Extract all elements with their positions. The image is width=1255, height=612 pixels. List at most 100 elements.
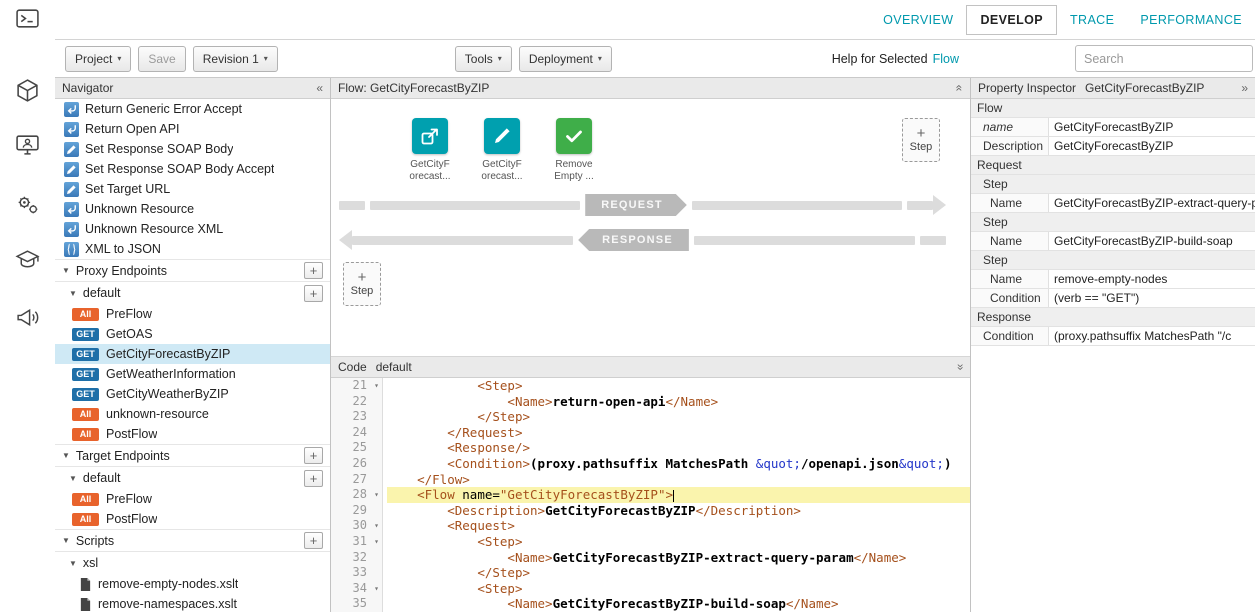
left-icon-rail <box>0 0 55 612</box>
policy-item-unknown-resource-xml[interactable]: Unknown Resource XML <box>55 219 330 239</box>
section-scripts[interactable]: ▼Scripts+ <box>55 529 330 552</box>
prop-value[interactable]: remove-empty-nodes <box>1049 270 1255 288</box>
package-icon[interactable] <box>15 78 40 103</box>
policy-item-unknown-resource[interactable]: Unknown Resource <box>55 199 330 219</box>
code-line[interactable]: </Step> <box>387 565 970 581</box>
flow-item-unknown-resource[interactable]: Allunknown-resource <box>55 404 330 424</box>
group-default[interactable]: ▼default+ <box>55 467 330 489</box>
fold-icon[interactable]: ▾ <box>374 378 379 394</box>
code-line[interactable]: <Name>return-open-api</Name> <box>387 394 970 410</box>
extract-variables-icon <box>412 118 448 154</box>
add-step-button-top[interactable]: + Step <box>902 118 940 162</box>
prop-label: Name <box>971 270 1049 288</box>
code-line[interactable]: <Name>GetCityForecastByZIP-extract-query… <box>387 550 970 566</box>
code-line[interactable]: <Step> <box>387 378 970 394</box>
prop-value[interactable]: GetCityForecastByZIP <box>1049 137 1255 155</box>
group-xsl[interactable]: ▼xsl <box>55 552 330 574</box>
gears-icon[interactable] <box>15 192 40 217</box>
collapse-navigator-icon[interactable]: « <box>316 81 323 95</box>
prop-value[interactable]: (verb == "GET") <box>1049 289 1255 307</box>
line-number: 23 <box>331 409 382 425</box>
add-step-button-bottom[interactable]: + Step <box>343 262 381 306</box>
policy-item-set-response-soap-body[interactable]: Set Response SOAP Body <box>55 139 330 159</box>
triangle-down-icon: ▼ <box>69 474 77 483</box>
megaphone-icon[interactable] <box>15 305 40 330</box>
code-line[interactable]: <Flow name="GetCityForecastByZIP"> <box>387 487 970 503</box>
add-proxy-endpoints-button[interactable]: + <box>304 262 323 279</box>
policy-item-xml-to-json[interactable]: XML to JSON <box>55 239 330 259</box>
flow-item-getcityforecastbyzip[interactable]: GETGetCityForecastByZIP <box>55 344 330 364</box>
policy-raise-fault-icon <box>64 102 79 117</box>
code-line[interactable]: <Step> <box>387 581 970 597</box>
code-line[interactable]: <Request> <box>387 518 970 534</box>
policy-item-return-open-api[interactable]: Return Open API <box>55 119 330 139</box>
prop-value[interactable]: GetCityForecastByZIP-build-soap <box>1049 232 1255 250</box>
response-arrowhead-icon <box>339 230 352 250</box>
flow-step-extract-variables[interactable]: GetCityForecast... <box>403 118 457 183</box>
add-button[interactable]: + <box>304 470 323 487</box>
tab-trace[interactable]: TRACE <box>1057 5 1127 35</box>
flow-step-check[interactable]: RemoveEmpty ... <box>547 118 601 183</box>
add-target-endpoints-button[interactable]: + <box>304 447 323 464</box>
policy-item-set-target-url[interactable]: Set Target URL <box>55 179 330 199</box>
code-lines[interactable]: <Step> <Name>return-open-api</Name> </St… <box>383 378 970 612</box>
prop-value[interactable]: GetCityForecastByZIP <box>1049 118 1255 136</box>
flow-item-preflow[interactable]: AllPreFlow <box>55 304 330 324</box>
code-line[interactable]: <Name>GetCityForecastByZIP-build-soap</N… <box>387 596 970 612</box>
flow-item-getcityweatherbyzip[interactable]: GETGetCityWeatherByZIP <box>55 384 330 404</box>
tools-button[interactable]: Tools▾ <box>455 46 512 72</box>
search-input[interactable] <box>1075 45 1253 72</box>
inspector-prop-row: Condition(verb == "GET") <box>971 289 1255 308</box>
flow-item-getoas[interactable]: GETGetOAS <box>55 324 330 344</box>
fold-icon[interactable]: ▾ <box>374 581 379 597</box>
fold-icon[interactable]: ▾ <box>374 534 379 550</box>
terminal-icon[interactable] <box>15 6 40 31</box>
code-line[interactable]: </Step> <box>387 409 970 425</box>
code-line[interactable]: <Condition>(proxy.pathsuffix MatchesPath… <box>387 456 970 472</box>
help-flow-link[interactable]: Flow <box>933 52 959 66</box>
code-editor[interactable]: 21▾22232425262728▾2930▾31▾323334▾35 <Ste… <box>331 378 970 612</box>
section-title: Scripts <box>76 534 114 548</box>
flow-item-postflow[interactable]: AllPostFlow <box>55 509 330 529</box>
fold-icon[interactable]: ▾ <box>374 518 379 534</box>
section-proxy-endpoints[interactable]: ▼Proxy Endpoints+ <box>55 259 330 282</box>
group-default[interactable]: ▼default+ <box>55 282 330 304</box>
method-badge: All <box>72 428 99 441</box>
tab-develop[interactable]: DEVELOP <box>966 5 1057 35</box>
prop-label: Name <box>971 194 1049 212</box>
code-line[interactable]: <Response/> <box>387 440 970 456</box>
collapse-code-panel-icon[interactable]: « <box>953 364 967 371</box>
collapse-flow-panel-icon[interactable]: « <box>953 85 967 92</box>
flow-item-getweatherinformation[interactable]: GETGetWeatherInformation <box>55 364 330 384</box>
revision-1-button[interactable]: Revision 1▾ <box>193 46 278 72</box>
flow-step-assign-message[interactable]: GetCityForecast... <box>475 118 529 183</box>
monitor-user-icon[interactable] <box>15 132 40 157</box>
section-target-endpoints[interactable]: ▼Target Endpoints+ <box>55 444 330 467</box>
code-line[interactable]: </Request> <box>387 425 970 441</box>
deployment-button[interactable]: Deployment▾ <box>519 46 612 72</box>
tab-overview[interactable]: OVERVIEW <box>870 5 966 35</box>
code-line[interactable]: <Description>GetCityForecastByZIP</Descr… <box>387 503 970 519</box>
line-number: 29 <box>331 503 382 519</box>
flow-item-preflow[interactable]: AllPreFlow <box>55 489 330 509</box>
policy-label: XML to JSON <box>85 242 161 256</box>
add-scripts-button[interactable]: + <box>304 532 323 549</box>
code-line[interactable]: </Flow> <box>387 472 970 488</box>
project-button[interactable]: Project▾ <box>65 46 131 72</box>
file-icon <box>79 597 92 612</box>
graduation-cap-icon[interactable] <box>15 247 40 272</box>
script-file-remove-namespaces-xslt[interactable]: remove-namespaces.xslt <box>55 594 330 612</box>
code-line[interactable]: <Step> <box>387 534 970 550</box>
step-label: GetCityF <box>482 159 521 171</box>
prop-value[interactable]: GetCityForecastByZIP-extract-query-param <box>1049 194 1255 212</box>
flow-item-postflow[interactable]: AllPostFlow <box>55 424 330 444</box>
script-file-remove-empty-nodes-xslt[interactable]: remove-empty-nodes.xslt <box>55 574 330 594</box>
save-button[interactable]: Save <box>138 46 185 72</box>
add-button[interactable]: + <box>304 285 323 302</box>
tab-performance[interactable]: PERFORMANCE <box>1127 5 1255 35</box>
policy-item-return-generic-error-accept[interactable]: Return Generic Error Accept <box>55 99 330 119</box>
policy-item-set-response-soap-body-accept[interactable]: Set Response SOAP Body Accept <box>55 159 330 179</box>
collapse-inspector-icon[interactable]: » <box>1241 81 1248 95</box>
fold-icon[interactable]: ▾ <box>374 487 379 503</box>
prop-value[interactable]: (proxy.pathsuffix MatchesPath "/c <box>1049 327 1255 345</box>
